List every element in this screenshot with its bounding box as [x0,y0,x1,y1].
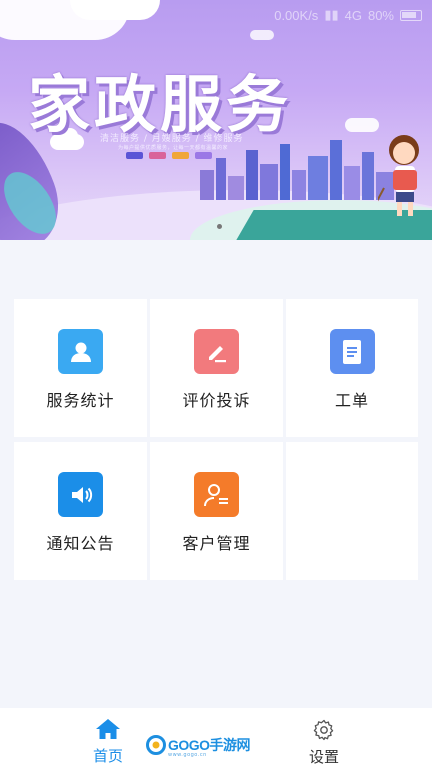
cloud-decoration [250,30,274,40]
cloud-decoration [70,0,160,20]
battery-level: 80% [367,7,394,23]
tag-chip [172,152,189,159]
carousel-indicator[interactable] [217,224,222,229]
menu-item-service-stats[interactable]: 服务统计 [14,299,147,437]
signal-icon: ▮▮ [324,7,339,22]
menu-item-label: 评价投诉 [182,391,251,410]
gear-icon [313,719,334,741]
watermark-icon [146,735,166,755]
menu-item-customer-management[interactable]: 客户管理 [150,442,283,580]
cloud-decoration [345,118,379,132]
network-speed: 0.00K/s [274,7,319,23]
city-skyline-illustration [200,140,400,200]
menu-item-label: 客户管理 [182,534,251,553]
home-icon [96,719,120,739]
tab-settings-label: 设置 [308,748,339,766]
empty-grid-cell [286,442,418,580]
person-icon [58,329,103,374]
menu-item-work-order[interactable]: 工单 [286,299,418,437]
banner-tags [126,152,212,159]
tab-settings[interactable]: 设置 [284,708,364,768]
menu-item-announcements[interactable]: 通知公告 [14,442,147,580]
watermark-url: www.gogo.cn [168,752,207,758]
menu-item-reviews-complaints[interactable]: 评价投诉 [150,299,283,437]
banner-carousel[interactable]: 0.00K/s ▮▮ 4G 80% 家政服务 清洁服务 / 月嫂服务 / 维修服… [0,0,432,240]
speaker-icon [58,472,103,517]
menu-item-label: 工单 [334,391,369,410]
menu-item-label: 服务统计 [46,391,115,410]
menu-item-label: 通知公告 [46,534,115,553]
document-icon [329,329,375,374]
battery-icon [400,9,422,21]
feature-grid: 服务统计 评价投诉 工单 通知公告 客户管理 [14,299,418,580]
customer-list-icon [194,472,239,517]
tab-home[interactable]: 首页 [68,708,148,768]
girl-cleaning-illustration [378,135,419,216]
status-bar: 0.00K/s ▮▮ 4G 80% [274,6,422,24]
network-type: 4G [344,7,362,23]
tag-chip [195,152,212,159]
watermark-logo: GOGO手游网 www.gogo.cn [146,735,251,758]
pencil-edit-icon [194,329,239,374]
banner-subtitle: 清洁服务 / 月嫂服务 / 维修服务 [100,134,244,144]
tag-chip [149,152,166,159]
bottom-tab-bar: 首页 设置 GOGO手游网 www.gogo.cn [0,708,432,768]
banner-tagline: 为每户提供优质服务，让每一天都有温馨的家 [118,145,229,151]
tab-home-label: 首页 [92,747,123,765]
tag-chip [126,152,143,159]
